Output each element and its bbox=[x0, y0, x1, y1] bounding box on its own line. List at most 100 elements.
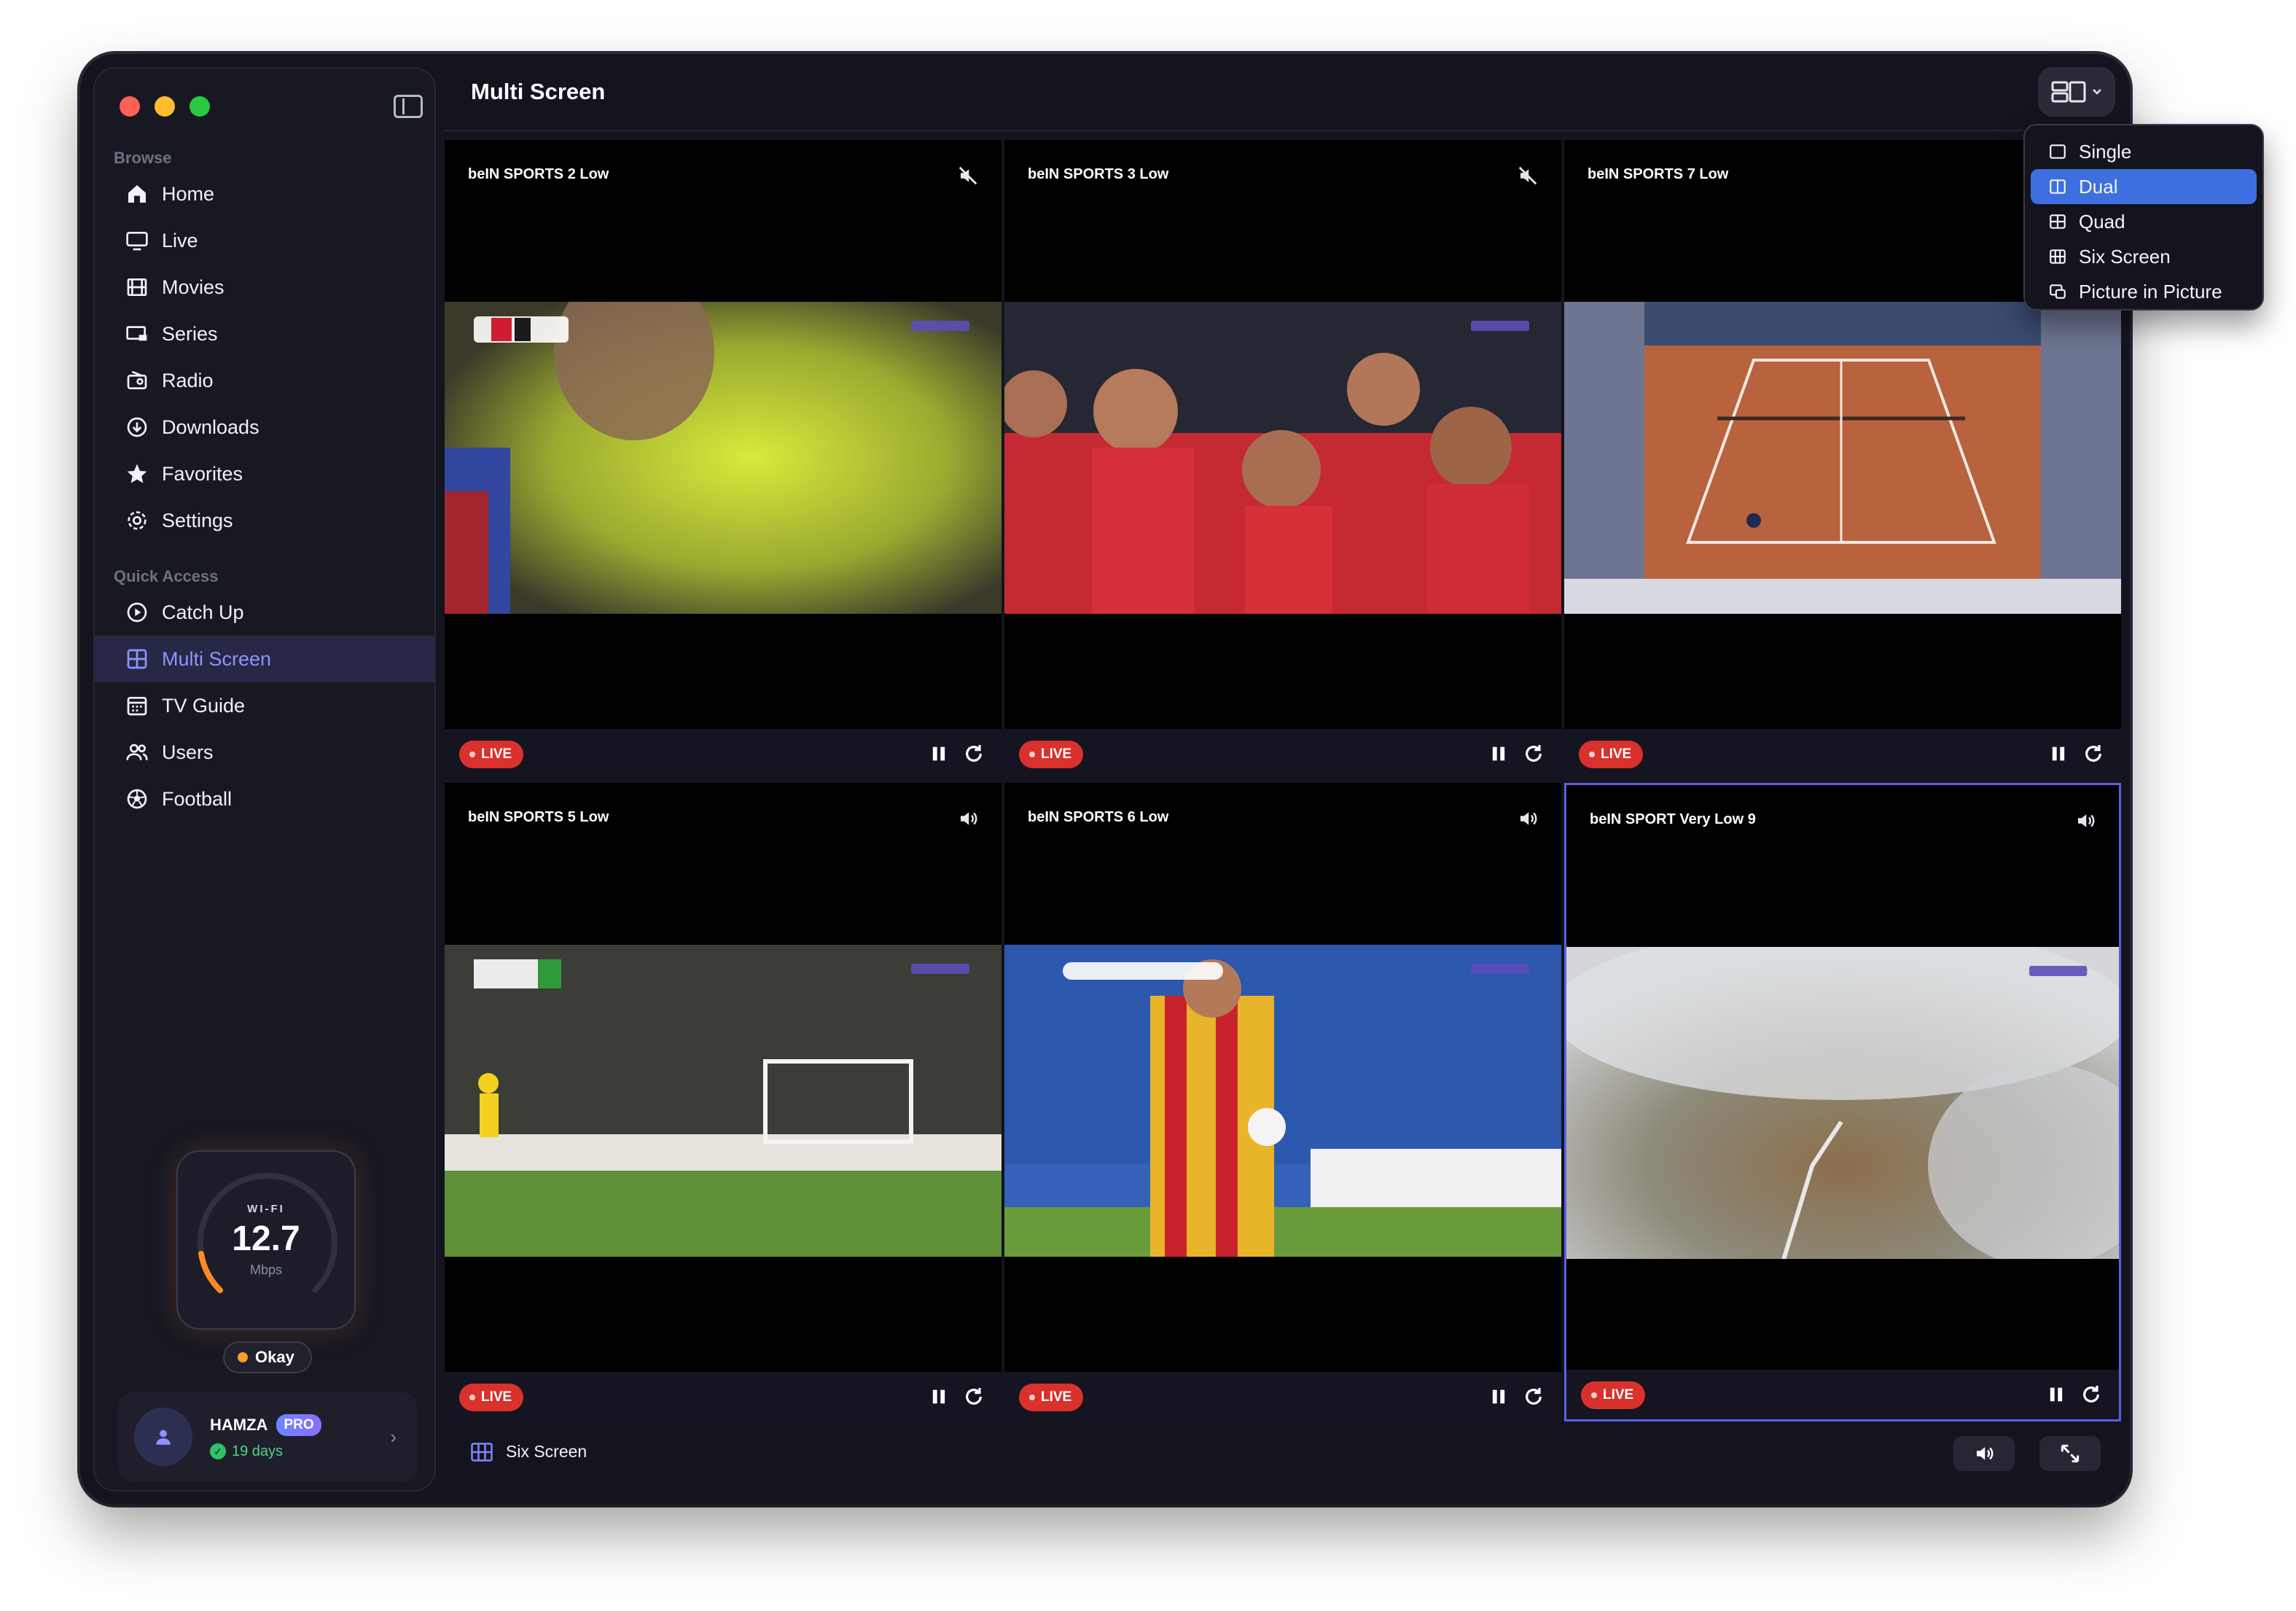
pause-icon[interactable] bbox=[929, 744, 949, 764]
sidebar-item-series[interactable]: Series bbox=[95, 311, 434, 357]
expand-icon bbox=[2061, 1444, 2080, 1463]
menu-item-picture-in-picture[interactable]: Picture in Picture bbox=[2031, 274, 2257, 309]
channel-title: beIN SPORTS 3 Low bbox=[1028, 166, 1169, 182]
section-label-browse: Browse bbox=[114, 149, 172, 167]
sidebar-item-catch-up[interactable]: Catch Up bbox=[95, 589, 434, 636]
minimize-window-button[interactable] bbox=[155, 96, 175, 117]
gear-icon bbox=[124, 507, 150, 534]
menu-item-label: Picture in Picture bbox=[2079, 280, 2222, 303]
stream-tile-6[interactable]: beIN SPORT Very Low 9 LIVE bbox=[1564, 783, 2121, 1421]
quick-access-nav: Catch Up Multi Screen TV Guide Users Foo… bbox=[95, 589, 434, 822]
sidebar-item-label: Football bbox=[162, 787, 233, 810]
menu-item-label: Quad bbox=[2079, 210, 2125, 233]
video-frame[interactable] bbox=[1566, 947, 2119, 1259]
sidebar-item-users[interactable]: Users bbox=[95, 729, 434, 776]
sidebar-item-multi-screen[interactable]: Multi Screen bbox=[95, 636, 434, 682]
users-icon bbox=[124, 739, 150, 765]
sidebar-item-home[interactable]: Home bbox=[95, 171, 434, 217]
grid-icon bbox=[124, 646, 150, 672]
video-frame[interactable] bbox=[1564, 302, 2121, 614]
menu-item-label: Dual bbox=[2079, 175, 2118, 198]
sidebar-item-label: Favorites bbox=[162, 462, 243, 485]
sidebar-item-label: Downloads bbox=[162, 416, 259, 438]
subscription-days-text: 19 days bbox=[232, 1443, 284, 1459]
sidebar-item-live[interactable]: Live bbox=[95, 217, 434, 264]
reload-icon[interactable] bbox=[2080, 1383, 2103, 1406]
sidebar-item-favorites[interactable]: Favorites bbox=[95, 450, 434, 497]
reload-icon[interactable] bbox=[1522, 742, 1545, 765]
menu-item-quad[interactable]: Quad bbox=[2031, 204, 2257, 239]
layout-menu: Single Dual Quad Six Screen Picture in P… bbox=[2023, 124, 2264, 311]
live-dot-icon bbox=[1029, 752, 1035, 757]
wifi-speed-gauge[interactable]: WI-FI 12.7 Mbps bbox=[176, 1150, 356, 1330]
video-frame[interactable] bbox=[1004, 945, 1561, 1257]
user-icon bbox=[156, 1429, 171, 1445]
speaker-icon[interactable] bbox=[2074, 810, 2097, 832]
muted-speaker-icon[interactable] bbox=[956, 165, 980, 187]
sidebar-item-label: Home bbox=[162, 182, 215, 205]
star-icon bbox=[124, 461, 150, 487]
sidebar-item-tv-guide[interactable]: TV Guide bbox=[95, 682, 434, 729]
channel-title: beIN SPORTS 2 Low bbox=[468, 166, 609, 182]
sidebar-item-football[interactable]: Football bbox=[95, 776, 434, 822]
master-volume-button[interactable] bbox=[1953, 1436, 2015, 1471]
menu-item-single[interactable]: Single bbox=[2031, 134, 2257, 169]
speaker-icon[interactable] bbox=[1516, 808, 1539, 830]
user-name-row: HAMZA PRO bbox=[210, 1413, 321, 1436]
sidebar-item-radio[interactable]: Radio bbox=[95, 357, 434, 404]
close-window-button[interactable] bbox=[120, 96, 140, 117]
pause-icon[interactable] bbox=[2048, 744, 2069, 764]
monitor-icon bbox=[124, 227, 150, 254]
tile-controls: LIVE bbox=[1004, 1372, 1561, 1421]
pause-icon[interactable] bbox=[2046, 1384, 2066, 1405]
live-badge: LIVE bbox=[1019, 1384, 1084, 1411]
live-badge: LIVE bbox=[1019, 741, 1084, 768]
check-circle-icon: ✓ bbox=[210, 1443, 226, 1459]
pause-icon[interactable] bbox=[929, 1386, 949, 1407]
reload-icon[interactable] bbox=[1522, 1385, 1545, 1408]
live-text: LIVE bbox=[1041, 1389, 1072, 1405]
sidebar-item-downloads[interactable]: Downloads bbox=[95, 404, 434, 450]
channel-title: beIN SPORTS 6 Low bbox=[1028, 809, 1169, 825]
sidebar-item-label: Users bbox=[162, 741, 214, 763]
wifi-speed-value: 12.7 bbox=[232, 1220, 300, 1258]
speaker-icon[interactable] bbox=[956, 808, 980, 830]
six-screen-icon bbox=[2050, 249, 2066, 264]
sidebar-toggle-icon[interactable] bbox=[394, 95, 423, 118]
video-frame[interactable] bbox=[445, 945, 1001, 1257]
pause-icon[interactable] bbox=[1488, 744, 1509, 764]
sidebar-item-movies[interactable]: Movies bbox=[95, 264, 434, 311]
pause-icon[interactable] bbox=[1488, 1386, 1509, 1407]
sidebar-item-label: Radio bbox=[162, 369, 214, 391]
tile-controls: LIVE bbox=[445, 729, 1001, 779]
current-layout-label: Six Screen bbox=[506, 1442, 587, 1461]
section-label-quick-access: Quick Access bbox=[114, 567, 219, 585]
video-frame[interactable] bbox=[1004, 302, 1561, 614]
stream-tile-5[interactable]: beIN SPORTS 6 Low LIVE bbox=[1004, 783, 1561, 1421]
live-text: LIVE bbox=[1603, 1387, 1634, 1403]
menu-item-six-screen[interactable]: Six Screen bbox=[2031, 239, 2257, 274]
channel-title: beIN SPORT Very Low 9 bbox=[1590, 811, 1756, 827]
live-badge: LIVE bbox=[1579, 741, 1644, 768]
wifi-label: WI-FI bbox=[247, 1203, 285, 1215]
sidebar-item-settings[interactable]: Settings bbox=[95, 497, 434, 544]
stream-tile-4[interactable]: beIN SPORTS 5 Low LIVE bbox=[445, 783, 1001, 1421]
stream-tile-1[interactable]: beIN SPORTS 2 Low LIVE bbox=[445, 140, 1001, 779]
fullscreen-button[interactable] bbox=[2039, 1436, 2101, 1471]
stream-tile-2[interactable]: beIN SPORTS 3 Low LIVE bbox=[1004, 140, 1561, 779]
sidebar-item-label: Catch Up bbox=[162, 601, 244, 623]
layout-picker-button[interactable] bbox=[2038, 67, 2115, 117]
reload-icon[interactable] bbox=[2082, 742, 2105, 765]
muted-speaker-icon[interactable] bbox=[1516, 165, 1539, 187]
radio-icon bbox=[124, 367, 150, 394]
channel-title: beIN SPORTS 5 Low bbox=[468, 809, 609, 825]
live-dot-icon bbox=[469, 752, 475, 757]
six-screen-icon bbox=[471, 1442, 493, 1462]
zoom-window-button[interactable] bbox=[190, 96, 210, 117]
menu-item-dual[interactable]: Dual bbox=[2031, 169, 2257, 204]
video-frame[interactable] bbox=[445, 302, 1001, 614]
window-controls bbox=[120, 96, 210, 117]
reload-icon[interactable] bbox=[962, 1385, 985, 1408]
user-profile-card[interactable]: HAMZA PRO ✓ 19 days › bbox=[118, 1392, 417, 1481]
reload-icon[interactable] bbox=[962, 742, 985, 765]
